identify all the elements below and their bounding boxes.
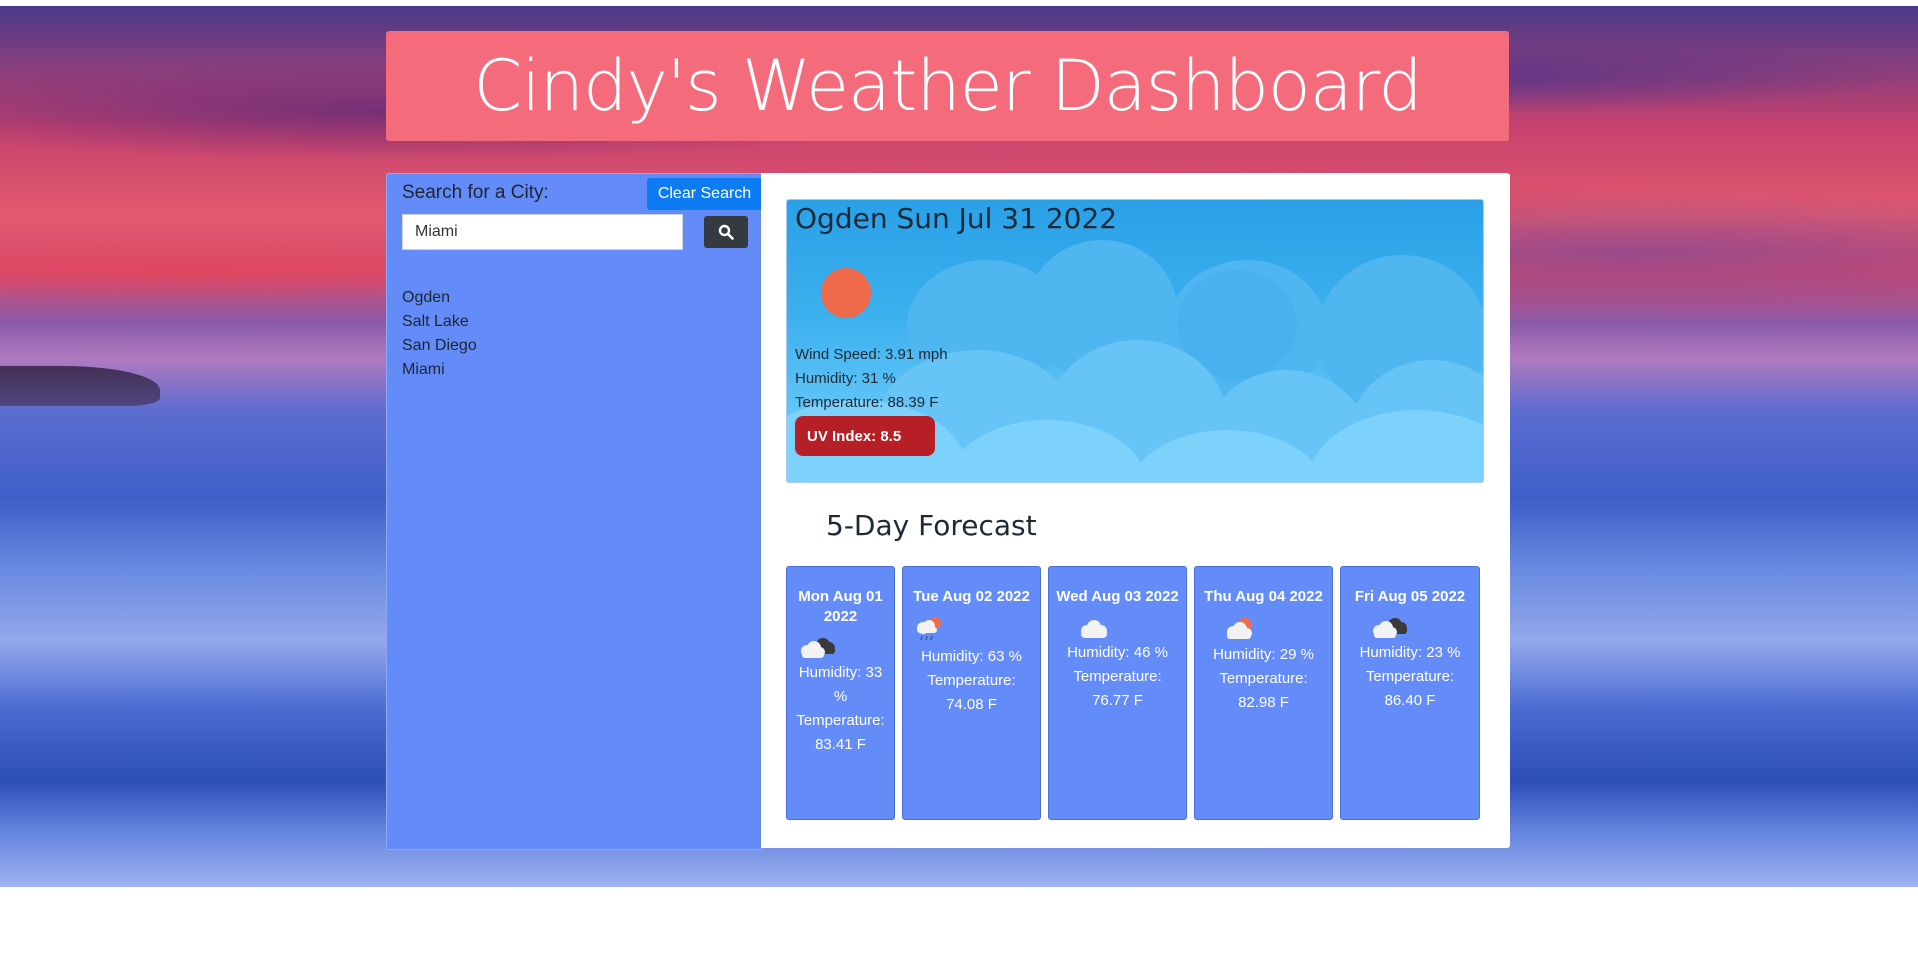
current-weather-card: Ogden Sun Jul 31 2022 Wind Speed: 3.91 m… <box>786 199 1484 483</box>
forecast-humidity: Humidity: 46 % <box>1067 644 1168 661</box>
broken-clouds-icon <box>801 638 835 658</box>
forecast-temperature: Temperature: 76.77 F <box>1073 668 1162 709</box>
forecast-humidity: Humidity: 63 % <box>921 648 1022 665</box>
current-temperature: Temperature: 88.39 F <box>795 394 939 411</box>
current-humidity: Humidity: 31 % <box>795 370 896 387</box>
search-icon <box>718 224 734 240</box>
current-city-date: Ogden Sun Jul 31 2022 <box>795 202 1118 235</box>
partly-cloudy-icon <box>1227 618 1252 639</box>
forecast-humidity: Humidity: 29 % <box>1213 646 1314 663</box>
forecast-temperature: Temperature: 86.40 F <box>1365 668 1455 709</box>
forecast-card: Tue Aug 02 2022 Humidity: 63 % Temperatu… <box>902 566 1041 820</box>
city-search-input[interactable] <box>402 214 683 250</box>
history-city-item[interactable]: Salt Lake <box>402 310 477 334</box>
search-history-list: Ogden Salt Lake San Diego Miami <box>402 286 477 382</box>
forecast-heading: 5-Day Forecast <box>826 509 1037 542</box>
forecast-humidity: Humidity: 23 % <box>1359 644 1461 661</box>
forecast-card: Wed Aug 03 2022 Humidity: 46 % Temperatu… <box>1048 566 1187 820</box>
forecast-card: Fri Aug 05 2022 Humidity: 23 % Temperatu… <box>1340 566 1480 820</box>
uv-index-badge: UV Index: 8.5 <box>795 416 935 456</box>
search-label: Search for a City: <box>402 182 549 203</box>
page-title: Cindy's Weather Dashboard <box>473 45 1422 127</box>
forecast-card: Thu Aug 04 2022 Humidity: 29 % Temperatu… <box>1194 566 1333 820</box>
current-wind-speed: Wind Speed: 3.91 mph <box>795 346 948 363</box>
search-button[interactable] <box>704 216 748 248</box>
forecast-date: Thu Aug 04 2022 <box>1204 588 1323 605</box>
broken-clouds-icon <box>1373 618 1407 638</box>
rain-sun-icon <box>917 617 941 641</box>
forecast-card: Mon Aug 01 2022 Humidity: 33 % Temperatu… <box>786 566 895 820</box>
forecast-date: Fri Aug 05 2022 <box>1354 588 1466 605</box>
forecast-temperature: Temperature: 82.98 F <box>1219 670 1308 711</box>
search-sidebar: Search for a City: Clear Search Ogden Sa… <box>386 173 763 850</box>
forecast-temperature: Temperature: 74.08 F <box>927 672 1016 713</box>
weather-main-panel: Ogden Sun Jul 31 2022 Wind Speed: 3.91 m… <box>761 173 1510 848</box>
history-city-item[interactable]: Miami <box>402 358 477 382</box>
history-city-item[interactable]: San Diego <box>402 334 477 358</box>
forecast-date: Tue Aug 02 2022 <box>913 588 1030 605</box>
forecast-humidity: Humidity: 33 % <box>798 664 883 705</box>
forecast-temperature: Temperature: 83.41 F <box>796 712 885 753</box>
cloud-icon <box>1081 620 1107 638</box>
clear-search-button[interactable]: Clear Search <box>647 178 762 210</box>
history-city-item[interactable]: Ogden <box>402 286 477 310</box>
forecast-date: Wed Aug 03 2022 <box>1056 588 1179 605</box>
forecast-date: Mon Aug 01 2022 <box>798 588 883 625</box>
sun-icon <box>821 268 871 318</box>
page-header: Cindy's Weather Dashboard <box>386 31 1509 141</box>
